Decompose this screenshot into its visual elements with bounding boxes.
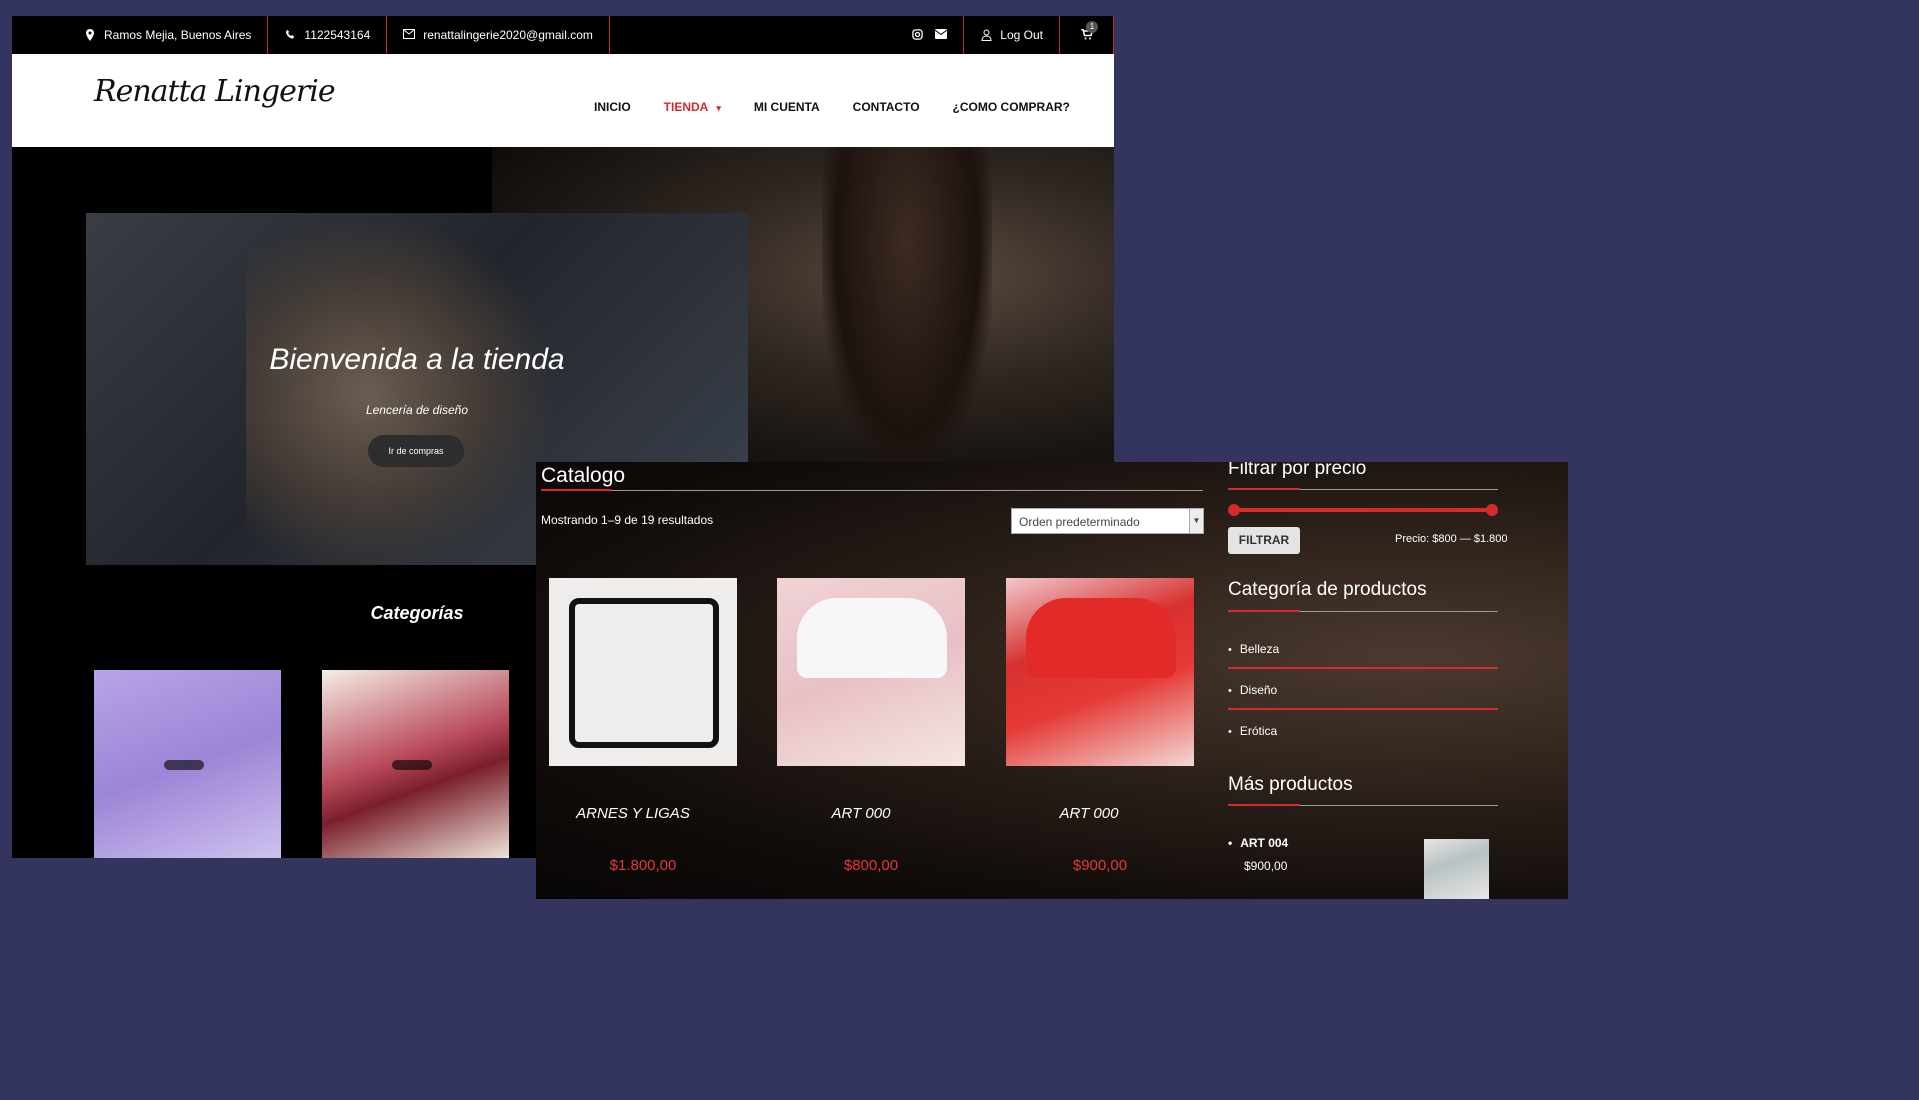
category-image-bordo[interactable] <box>322 670 509 858</box>
logout-text: Log Out <box>1000 28 1043 42</box>
main-nav: INICIO TIENDA ▾ MI CUENTA CONTACTO ¿COMO … <box>594 100 1070 114</box>
nav-tienda[interactable]: TIENDA ▾ <box>664 100 721 114</box>
email-item[interactable]: renattalingerie2020@gmail.com <box>387 16 610 54</box>
price-min-handle[interactable] <box>1228 504 1240 516</box>
product-name[interactable]: ARNES Y LIGAS <box>539 805 727 822</box>
dropdown-arrow-icon: ▼ <box>1189 509 1203 533</box>
slide-subtitle: Lencería de diseño <box>365 403 469 417</box>
hero-figure <box>822 147 992 467</box>
filter-accent <box>1228 488 1300 490</box>
filter-heading: Filtrar por precio <box>1228 462 1367 479</box>
shop-window: Catalogo Mostrando 1–9 de 19 resultados … <box>536 462 1568 899</box>
location-item: Ramos Mejia, Buenos Aires <box>12 16 269 54</box>
more-products-heading: Más productos <box>1228 774 1353 795</box>
slide-title: Bienvenida a la tienda <box>269 343 565 376</box>
filter-button[interactable]: FILTRAR <box>1228 527 1300 554</box>
price-range-label: Precio: $800 — $1.800 <box>1395 533 1508 545</box>
site-header: Renatta Lingerie INICIO TIENDA ▾ MI CUENT… <box>12 54 1114 147</box>
cart-count-badge: 1 <box>1086 21 1098 33</box>
product-image[interactable] <box>777 578 965 766</box>
phone-icon <box>284 29 296 41</box>
sidebar-category-belleza[interactable]: Belleza <box>1228 642 1498 656</box>
chevron-down-icon: ▾ <box>716 103 721 113</box>
logout-item[interactable]: Log Out <box>964 16 1060 54</box>
sidebar-category-erotica[interactable]: Erótica <box>1228 724 1498 738</box>
cart-item[interactable]: 1 <box>1060 16 1114 54</box>
product-name[interactable]: ART 000 <box>995 805 1183 822</box>
more-product-image[interactable] <box>1424 839 1489 899</box>
slider-image <box>246 223 546 565</box>
category-image-lila[interactable] <box>94 670 281 858</box>
catalog-title: Catalogo <box>541 464 626 487</box>
top-bar: Ramos Mejia, Buenos Aires 1122543164 ren… <box>12 16 1114 54</box>
nav-inicio[interactable]: INICIO <box>594 100 631 114</box>
nav-mi-cuenta[interactable]: MI CUENTA <box>754 100 820 114</box>
more-product-price: $900,00 <box>1244 859 1288 873</box>
envelope-icon <box>403 29 416 41</box>
product-price: $800,00 <box>843 857 899 874</box>
more-products-accent <box>1228 804 1300 806</box>
shop-button[interactable]: Ir de compras <box>368 435 464 467</box>
category-separator <box>1228 667 1498 669</box>
catalog-divider <box>541 490 1203 491</box>
social-links <box>895 16 965 54</box>
categories-accent <box>1228 610 1300 612</box>
map-pin-icon <box>84 29 96 41</box>
sidebar-category-diseno[interactable]: Diseño <box>1228 683 1498 697</box>
product-price: $900,00 <box>1072 857 1128 874</box>
phone-item[interactable]: 1122543164 <box>268 16 388 54</box>
category-separator <box>1228 708 1498 710</box>
product-image[interactable] <box>1006 578 1194 766</box>
product-image[interactable] <box>549 578 737 766</box>
phone-text: 1122543164 <box>304 28 371 42</box>
nav-tienda-label: TIENDA <box>663 100 709 114</box>
catalog-accent <box>541 489 611 491</box>
price-range-track[interactable] <box>1234 508 1491 512</box>
price-max-handle[interactable] <box>1486 504 1498 516</box>
site-logo[interactable]: Renatta Lingerie <box>94 74 336 109</box>
nav-contacto[interactable]: CONTACTO <box>853 100 920 114</box>
nav-como-comprar[interactable]: ¿COMO COMPRAR? <box>953 100 1070 114</box>
product-price: $1.800,00 <box>609 857 677 874</box>
sort-value: Orden predeterminado <box>1019 515 1140 529</box>
mail-icon[interactable] <box>934 29 948 41</box>
instagram-icon[interactable] <box>911 29 923 41</box>
email-text: renattalingerie2020@gmail.com <box>423 28 593 42</box>
user-icon <box>980 29 992 41</box>
product-name[interactable]: ART 000 <box>767 805 955 822</box>
more-product-name[interactable]: ART 004 <box>1228 836 1288 850</box>
location-text: Ramos Mejia, Buenos Aires <box>104 28 252 42</box>
results-count: Mostrando 1–9 de 19 resultados <box>541 513 714 527</box>
product-categories-heading: Categoría de productos <box>1228 579 1427 600</box>
sort-select[interactable]: Orden predeterminado ▼ <box>1011 508 1204 534</box>
